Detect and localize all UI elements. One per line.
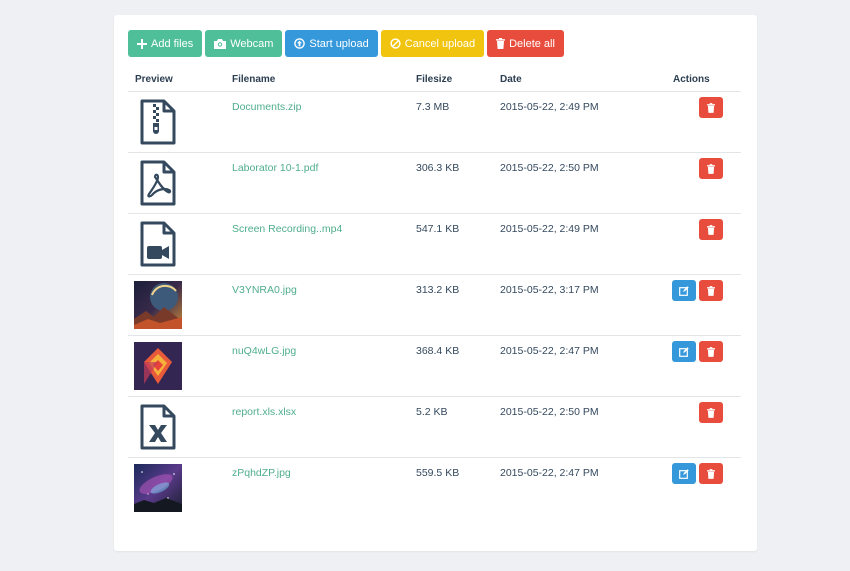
row-actions [672,280,723,301]
trash-icon [496,38,506,49]
cancel-upload-button[interactable]: Cancel upload [380,30,485,57]
filesize-text: 313.2 KB [416,284,460,296]
delete-all-button[interactable]: Delete all [487,30,564,57]
video-file-icon [134,220,182,268]
image-thumbnail-geometric[interactable] [134,342,182,390]
filename-link[interactable]: Laborator 10-1.pdf [232,162,318,174]
table-row: report.xls.xlsx 5.2 KB 2015-05-22, 2:50 … [128,397,741,458]
trash-icon [707,224,715,235]
trash-icon [707,163,715,174]
date-text: 2015-05-22, 2:49 PM [500,101,599,113]
row-actions [699,219,723,240]
table-header: Preview Filename Filesize Date Actions [128,68,741,92]
table-row: nuQ4wLG.jpg 368.4 KB 2015-05-22, 2:47 PM [128,336,741,397]
filesize-text: 547.1 KB [416,223,460,235]
add-files-label: Add files [151,37,194,50]
table-row: V3YNRA0.jpg 313.2 KB 2015-05-22, 3:17 PM [128,275,741,336]
table-row: Laborator 10-1.pdf 306.3 KB 2015-05-22, … [128,153,741,214]
edit-icon [679,468,689,479]
camera-icon [214,38,227,49]
trash-icon [707,102,715,113]
filename-link[interactable]: zPqhdZP.jpg [232,467,291,479]
filename-link[interactable]: V3YNRA0.jpg [232,284,297,296]
edit-icon [679,285,689,296]
date-text: 2015-05-22, 2:50 PM [500,406,599,418]
edit-row-button[interactable] [672,341,696,362]
table-row: zPqhdZP.jpg 559.5 KB 2015-05-22, 2:47 PM [128,458,741,519]
delete-row-button[interactable] [699,97,723,118]
header-filename: Filename [232,74,276,85]
filename-link[interactable]: nuQ4wLG.jpg [232,345,296,357]
date-text: 2015-05-22, 2:49 PM [500,223,599,235]
date-text: 2015-05-22, 2:50 PM [500,162,599,174]
filesize-text: 368.4 KB [416,345,460,357]
filesize-text: 306.3 KB [416,162,460,174]
start-upload-label: Start upload [309,37,369,50]
add-files-button[interactable]: Add files [128,30,203,57]
table-row: Documents.zip 7.3 MB 2015-05-22, 2:49 PM [128,92,741,153]
file-table: Preview Filename Filesize Date Actions D… [128,68,741,519]
filename-link[interactable]: Documents.zip [232,101,301,113]
delete-row-button[interactable] [699,463,723,484]
cancel-upload-label: Cancel upload [404,37,476,50]
filename-link[interactable]: report.xls.xlsx [232,406,296,418]
header-filesize: Filesize [416,74,453,85]
delete-row-button[interactable] [699,219,723,240]
trash-icon [707,285,715,296]
row-actions [699,402,723,423]
header-actions: Actions [673,74,710,85]
start-upload-button[interactable]: Start upload [285,30,378,57]
image-thumbnail-galaxy[interactable] [134,464,182,512]
row-actions [672,463,723,484]
delete-row-button[interactable] [699,402,723,423]
edit-row-button[interactable] [672,463,696,484]
delete-row-button[interactable] [699,280,723,301]
excel-file-icon [134,403,182,451]
header-preview: Preview [135,74,173,85]
plus-icon [137,38,147,49]
filename-link[interactable]: Screen Recording..mp4 [232,223,342,235]
zip-file-icon [134,98,182,146]
edit-row-button[interactable] [672,280,696,301]
delete-all-label: Delete all [509,37,555,50]
filesize-text: 559.5 KB [416,467,460,479]
upload-circle-icon [294,38,306,49]
filesize-text: 7.3 MB [416,101,450,113]
webcam-button[interactable]: Webcam [205,30,283,57]
delete-row-button[interactable] [699,158,723,179]
edit-icon [679,346,689,357]
file-upload-panel: Add files Webcam Start upload Cancel upl… [114,15,757,551]
date-text: 2015-05-22, 2:47 PM [500,345,599,357]
row-actions [699,158,723,179]
pdf-file-icon [134,159,182,207]
row-actions [699,97,723,118]
filesize-text: 5.2 KB [416,406,448,418]
ban-icon [390,38,401,49]
row-actions [672,341,723,362]
trash-icon [707,468,715,479]
trash-icon [707,346,715,357]
delete-row-button[interactable] [699,341,723,362]
upload-toolbar: Add files Webcam Start upload Cancel upl… [128,30,564,57]
image-thumbnail-planet[interactable] [134,281,182,329]
date-text: 2015-05-22, 3:17 PM [500,284,599,296]
header-date: Date [500,74,522,85]
date-text: 2015-05-22, 2:47 PM [500,467,599,479]
webcam-label: Webcam [230,37,274,50]
trash-icon [707,407,715,418]
table-row: Screen Recording..mp4 547.1 KB 2015-05-2… [128,214,741,275]
